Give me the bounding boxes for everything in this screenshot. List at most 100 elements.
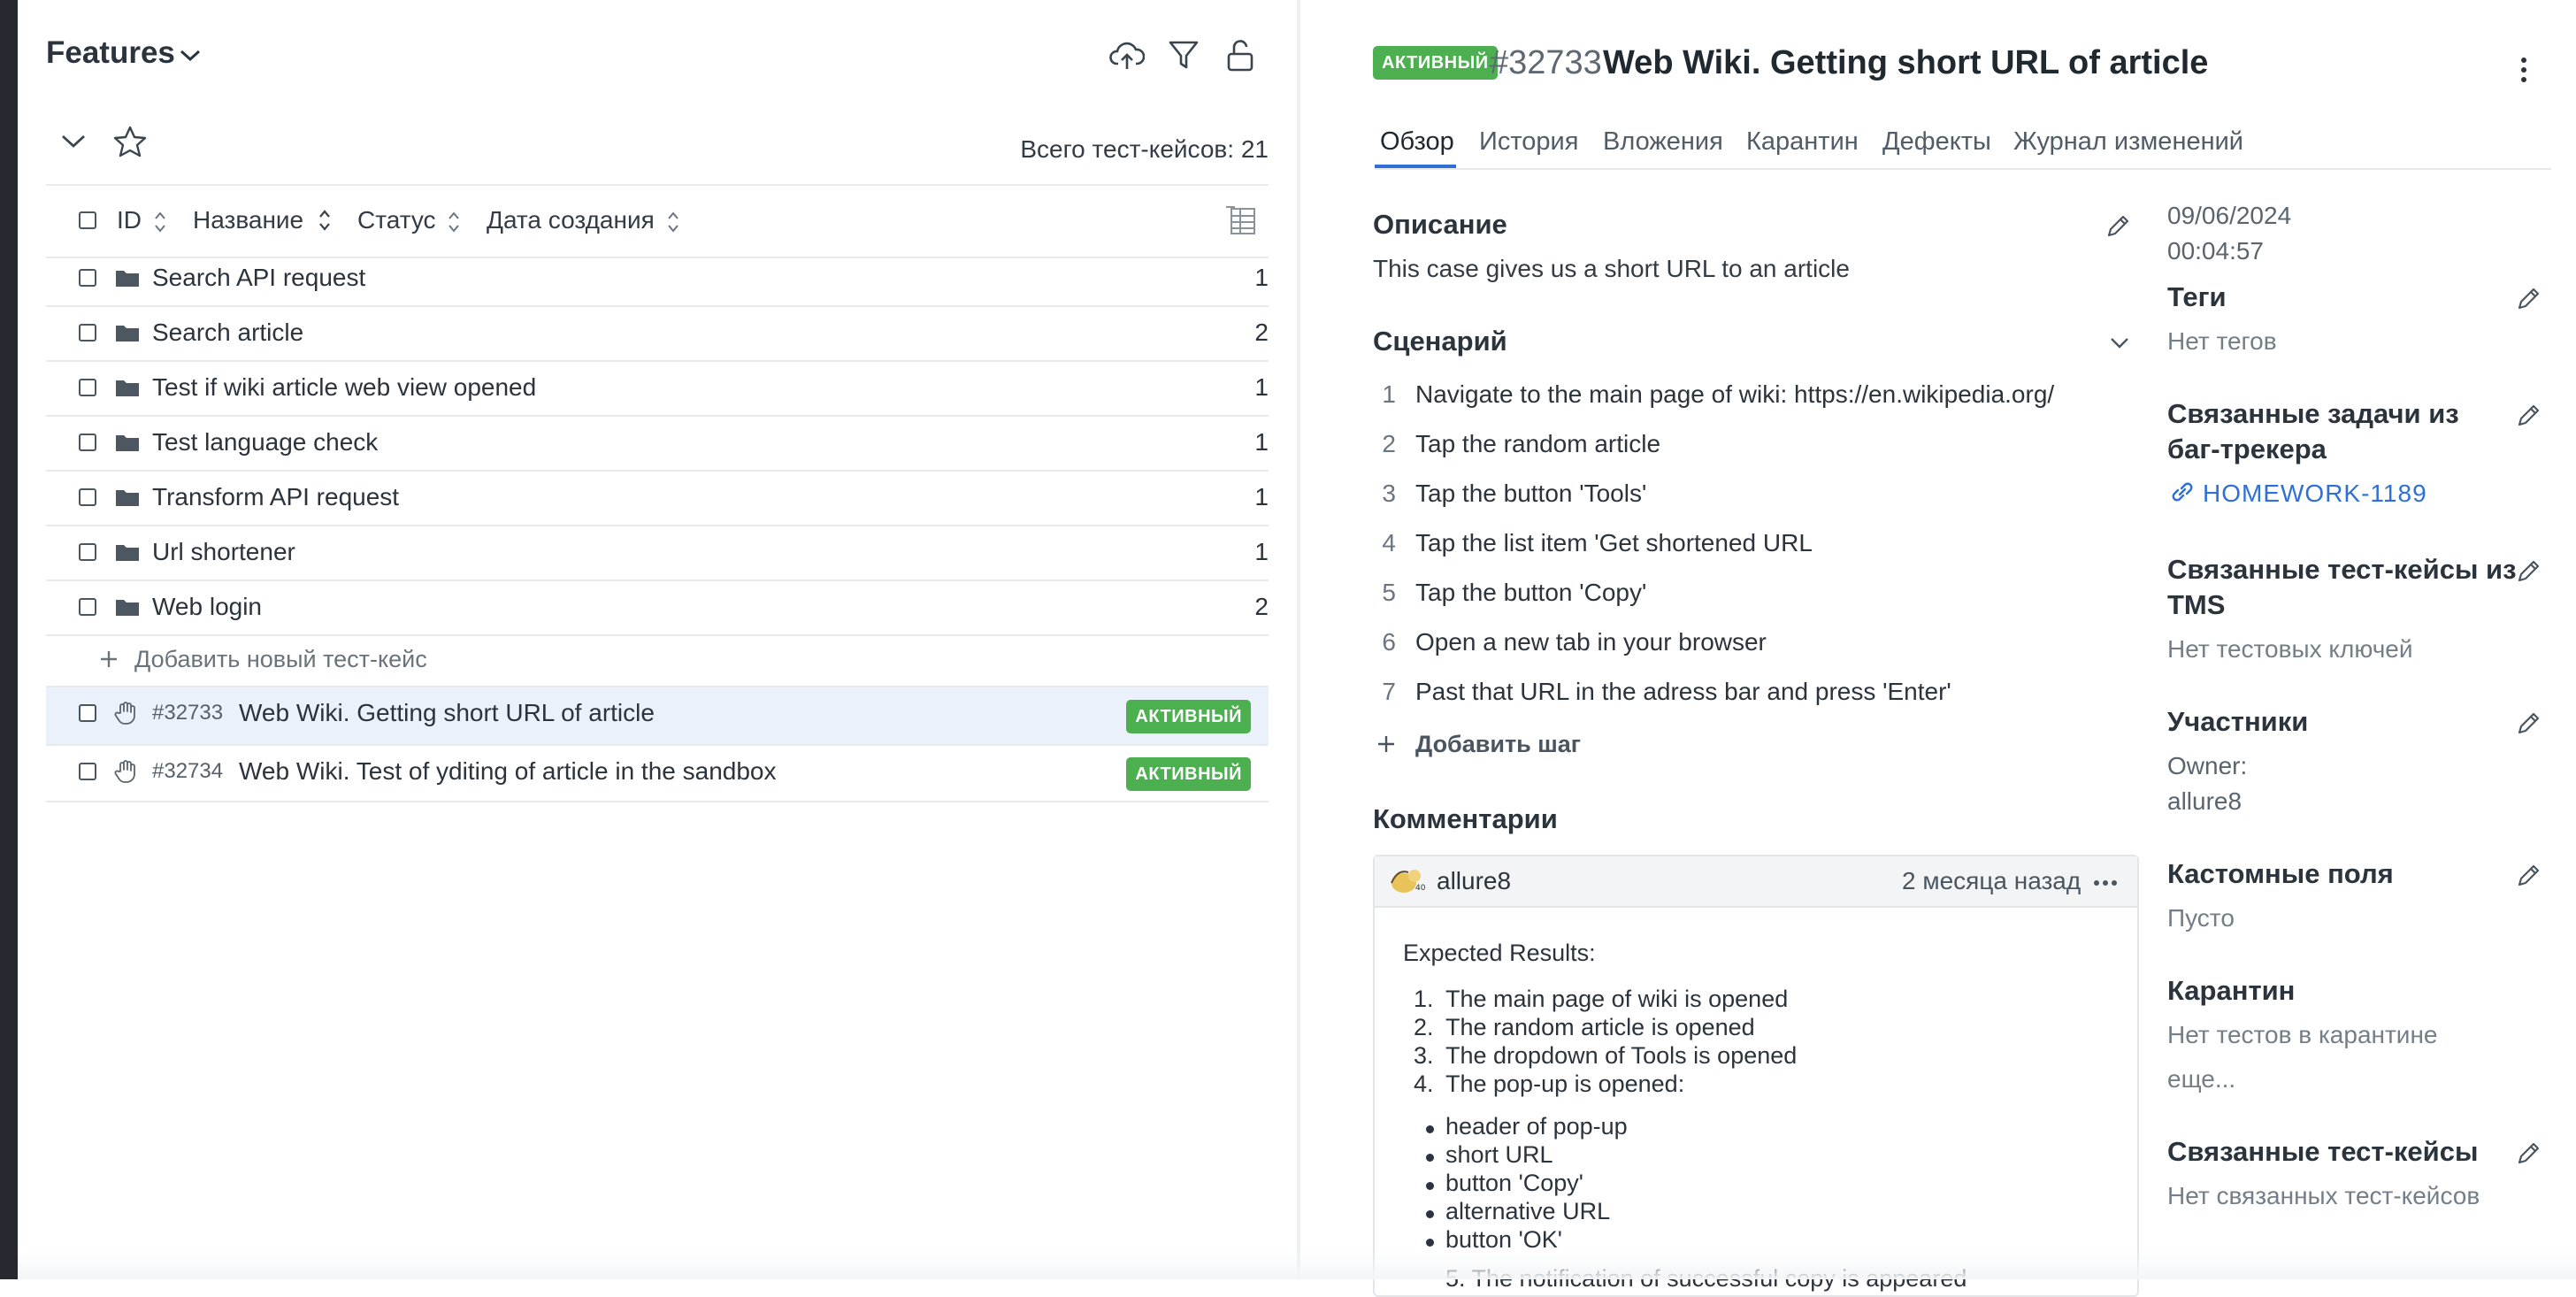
page-title[interactable]: Web Wiki. Getting short URL of article (1603, 44, 2208, 82)
manual-hand-icon (113, 759, 138, 784)
row-checkbox[interactable] (79, 704, 96, 722)
svg-text:40: 40 (1415, 884, 1426, 893)
created-time: 00:04:57 (2167, 237, 2264, 265)
folder-count: 1 (1254, 428, 1269, 456)
linked-test-cases-value: Нет связанных тест-кейсов (2167, 1182, 2480, 1209)
row-divider (46, 470, 1269, 472)
bottom-fade (18, 1253, 2576, 1279)
tab-overview[interactable]: Обзор (1380, 127, 1454, 157)
sort-icon[interactable] (318, 209, 331, 232)
column-created-date[interactable]: Дата создания (487, 206, 655, 234)
folder-name[interactable]: Transform API request (152, 483, 399, 511)
column-status[interactable]: Статус (357, 206, 436, 234)
tab-attachments[interactable]: Вложения (1603, 127, 1723, 157)
plus-icon[interactable] (1376, 734, 1396, 754)
ordered-item: The main page of wiki is opened (1445, 986, 1789, 1012)
comments-heading: Комментарии (1373, 803, 1558, 834)
bullet-dot (1426, 1125, 1434, 1133)
folder-icon (115, 542, 140, 562)
folder-name[interactable]: Test language check (152, 428, 378, 457)
test-case-id: #32733 (1490, 44, 1602, 81)
folder-name[interactable]: Web login (152, 593, 262, 621)
linked-issues-heading-line2: баг-трекера (2167, 434, 2327, 464)
step-text[interactable]: Navigate to the main page of wiki: https… (1415, 380, 2054, 409)
pencil-icon[interactable] (2516, 862, 2542, 888)
row-checkbox[interactable] (79, 543, 96, 561)
app-left-edge (0, 0, 18, 1279)
bullet-dot (1426, 1182, 1434, 1190)
chevron-down-icon[interactable] (179, 48, 202, 64)
sort-icon[interactable] (154, 211, 166, 234)
linked-issue-link[interactable]: HOMEWORK-1189 (2203, 480, 2427, 508)
step-text[interactable]: Tap the button 'Copy' (1415, 579, 1646, 607)
folder-name[interactable]: Search article (152, 318, 303, 347)
folder-icon (115, 597, 140, 617)
row-checkbox[interactable] (79, 434, 96, 451)
tab-defects[interactable]: Дефекты (1882, 127, 1991, 157)
folder-name[interactable]: Test if wiki article web view opened (152, 373, 536, 402)
pencil-icon[interactable] (2516, 710, 2542, 736)
ordered-item: The dropdown of Tools is opened (1445, 1042, 1798, 1069)
folder-name[interactable]: Search API request (152, 264, 365, 292)
plus-icon[interactable] (99, 649, 119, 669)
show-more-link[interactable]: еще... (2167, 1065, 2235, 1094)
pencil-icon[interactable] (2516, 285, 2542, 311)
folder-icon (115, 323, 140, 342)
step-text[interactable]: Tap the button 'Tools' (1415, 480, 1646, 508)
tags-heading: Теги (2167, 281, 2227, 312)
row-checkbox[interactable] (79, 269, 96, 287)
add-step-button[interactable]: Добавить шаг (1415, 731, 1581, 758)
row-divider (46, 415, 1269, 417)
upload-cloud-icon[interactable] (1109, 39, 1145, 73)
row-checkbox[interactable] (79, 598, 96, 616)
step-text[interactable]: Tap the random article (1415, 430, 1660, 458)
folder-icon (115, 378, 140, 397)
step-text[interactable]: Tap the list item 'Get shortened URL (1415, 529, 1813, 557)
select-all-checkbox[interactable] (79, 211, 96, 229)
row-checkbox[interactable] (79, 488, 96, 506)
column-name[interactable]: Название (193, 206, 303, 234)
sort-icon[interactable] (667, 211, 679, 234)
created-date: 09/06/2024 (2167, 202, 2292, 229)
unlock-icon[interactable] (1226, 39, 1254, 73)
tab-history[interactable]: История (1479, 127, 1578, 157)
sort-icon[interactable] (448, 211, 460, 234)
step-number: 1 (1382, 380, 1396, 408)
step-text[interactable]: Past that URL in the adress bar and pres… (1415, 678, 1951, 706)
bullet-dot (1426, 1210, 1434, 1218)
tab-quarantine[interactable]: Карантин (1746, 127, 1859, 157)
bullet-item: header of pop-up (1445, 1113, 1628, 1140)
total-test-cases: Всего тест-кейсов: 21 (1020, 135, 1269, 163)
pencil-icon[interactable] (2516, 1140, 2542, 1166)
step-number: 2 (1382, 430, 1396, 457)
more-vertical-icon[interactable] (2519, 57, 2528, 83)
row-checkbox[interactable] (79, 379, 96, 396)
bullet-dot (1426, 1154, 1434, 1162)
pencil-icon[interactable] (2105, 212, 2132, 239)
column-settings-icon[interactable] (1224, 205, 1258, 237)
column-id[interactable]: ID (117, 206, 142, 234)
test-case-name[interactable]: Web Wiki. Test of yditing of article in … (239, 757, 776, 786)
panel-divider[interactable] (1297, 0, 1300, 1279)
row-checkbox[interactable] (79, 324, 96, 342)
filter-icon[interactable] (1168, 39, 1200, 71)
owner-value[interactable]: allure8 (2167, 787, 2242, 816)
more-horizontal-icon[interactable] (2093, 879, 2118, 886)
status-badge: АКТИВНЫЙ (1126, 700, 1251, 733)
step-text[interactable]: Open a new tab in your browser (1415, 628, 1767, 656)
collapse-all-icon[interactable] (60, 133, 87, 150)
pencil-icon[interactable] (2516, 402, 2542, 428)
tree-title[interactable]: Features (46, 35, 175, 71)
row-checkbox[interactable] (79, 763, 96, 780)
comment-author[interactable]: allure8 (1437, 867, 1511, 895)
tab-changelog[interactable]: Журнал изменений (2013, 127, 2243, 157)
pencil-icon[interactable] (2516, 557, 2542, 584)
folder-name[interactable]: Url shortener (152, 538, 295, 566)
test-case-name[interactable]: Web Wiki. Getting short URL of article (239, 699, 655, 727)
chevron-down-icon[interactable] (2109, 336, 2130, 350)
members-heading: Участники (2167, 706, 2309, 737)
owner-label: Owner: (2167, 752, 2248, 779)
add-test-case-button[interactable]: Добавить новый тест-кейс (134, 646, 427, 673)
folder-count: 1 (1254, 264, 1269, 291)
star-icon[interactable] (113, 126, 147, 157)
